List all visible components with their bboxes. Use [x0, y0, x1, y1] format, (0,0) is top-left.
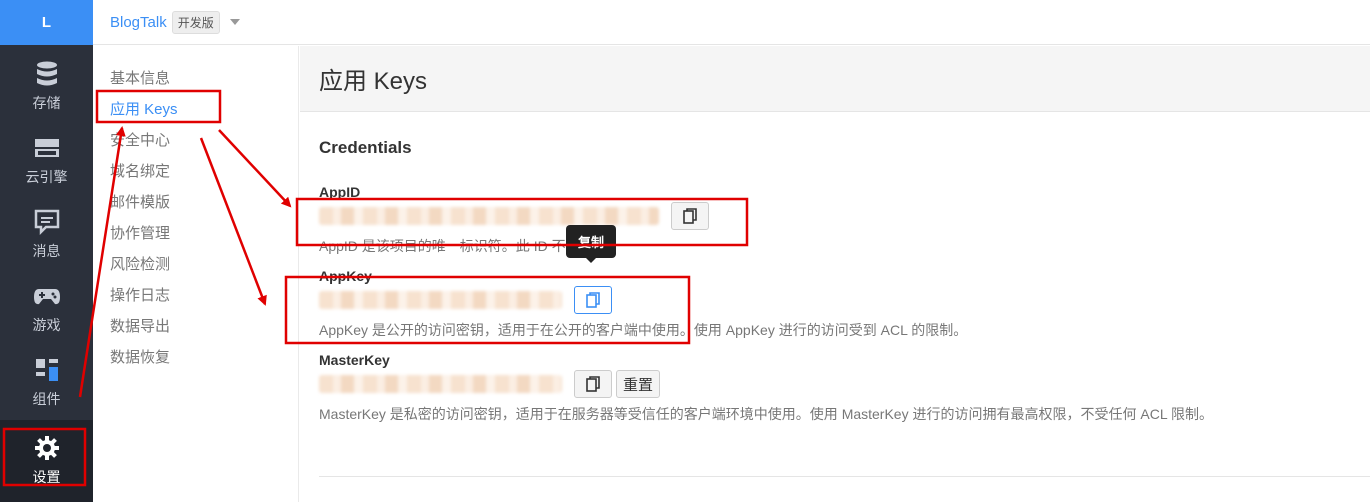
- appkey-label: AppKey: [319, 268, 372, 284]
- appkey-field: 复制 AppKey AppKey 是公开的访问密钥，适用于在公开的客户端中使用。…: [319, 225, 1370, 340]
- settings-subnav: 基本信息 应用 Keys 安全中心 域名绑定 邮件模版 协作管理 风险检测 操作…: [93, 46, 299, 502]
- masterkey-field: MasterKey 重置 MasterKey 是私密的访问密钥，适用于在服务器等…: [319, 352, 1370, 424]
- subnav-item-app-keys[interactable]: 应用 Keys: [93, 94, 298, 125]
- page-title: 应用 Keys: [319, 68, 428, 95]
- copy-icon: [586, 292, 600, 308]
- copy-icon: [586, 376, 600, 392]
- subnav-item-basic-info[interactable]: 基本信息: [93, 63, 298, 94]
- subnav-item-domains[interactable]: 域名绑定: [93, 156, 298, 187]
- copy-appkey-button[interactable]: [574, 286, 612, 314]
- sidebar-item-label: 游戏: [32, 317, 61, 333]
- sidebar-item-label: 云引擎: [25, 169, 68, 185]
- copy-icon: [683, 208, 697, 224]
- masterkey-help: MasterKey 是私密的访问密钥，适用于在服务器等受信任的客户端环境中使用。…: [319, 406, 1213, 422]
- sidebar-item-cloud-engine[interactable]: 云引擎: [0, 124, 93, 198]
- app-name-link[interactable]: BlogTalk: [110, 14, 167, 31]
- app-topbar: BlogTalk 开发版: [93, 0, 1370, 45]
- subnav-item-risk-detection[interactable]: 风险检测: [93, 249, 298, 280]
- main-sidebar: L 存储 云引擎 消息 游戏 组件 设置: [0, 0, 93, 502]
- subnav-item-security[interactable]: 安全中心: [93, 125, 298, 156]
- appid-value-redacted[interactable]: [319, 207, 659, 225]
- sidebar-item-label: 设置: [32, 469, 61, 485]
- sidebar-item-games[interactable]: 游戏: [0, 272, 93, 346]
- copy-masterkey-button[interactable]: [574, 370, 612, 398]
- copy-appid-button[interactable]: [671, 202, 709, 230]
- sidebar-item-label: 消息: [32, 243, 61, 259]
- sidebar-item-label: 组件: [32, 391, 61, 407]
- sidebar-item-messages[interactable]: 消息: [0, 198, 93, 272]
- sidebar-item-settings[interactable]: 设置: [0, 420, 93, 502]
- appid-field: AppID AppID 是该项目的唯一标识符。此 ID 不可更改。: [319, 184, 1370, 256]
- subnav-item-collaborators[interactable]: 协作管理: [93, 218, 298, 249]
- sidebar-item-components[interactable]: 组件: [0, 346, 93, 420]
- masterkey-value-redacted[interactable]: [319, 375, 562, 393]
- gear-icon: [33, 435, 61, 461]
- database-icon: [33, 61, 61, 87]
- server-icon: [33, 135, 61, 161]
- account-avatar[interactable]: L: [0, 0, 93, 45]
- subnav-item-data-export[interactable]: 数据导出: [93, 311, 298, 342]
- credentials-panel: Credentials AppID AppID 是该项目的唯一标识符。此 ID …: [300, 112, 1370, 424]
- section-divider: [319, 476, 1370, 477]
- appkey-value-redacted[interactable]: [319, 291, 562, 309]
- message-icon: [33, 209, 61, 235]
- copy-tooltip: 复制: [566, 225, 617, 263]
- app-edition-badge: 开发版: [171, 10, 220, 34]
- gamepad-icon: [33, 283, 61, 309]
- section-title: Credentials: [319, 138, 412, 157]
- caret-down-icon[interactable]: [229, 19, 240, 25]
- masterkey-label: MasterKey: [319, 352, 390, 368]
- components-icon: [33, 357, 61, 383]
- appid-label: AppID: [319, 184, 361, 200]
- page-header: 应用 Keys: [300, 46, 1370, 112]
- appid-help: AppID 是该项目的唯一标识符。此 ID 不可更改。: [319, 238, 622, 254]
- sidebar-item-label: 存储: [32, 95, 61, 111]
- subnav-item-email-templates[interactable]: 邮件模版: [93, 187, 298, 218]
- main-content: 应用 Keys Credentials AppID AppID 是该项目的唯一标…: [300, 46, 1370, 502]
- sidebar-item-storage[interactable]: 存储: [0, 50, 93, 124]
- appkey-help: AppKey 是公开的访问密钥，适用于在公开的客户端中使用。使用 AppKey …: [319, 322, 968, 338]
- reset-masterkey-button[interactable]: 重置: [616, 370, 661, 398]
- subnav-item-audit-log[interactable]: 操作日志: [93, 280, 298, 311]
- subnav-item-data-restore[interactable]: 数据恢复: [93, 342, 298, 373]
